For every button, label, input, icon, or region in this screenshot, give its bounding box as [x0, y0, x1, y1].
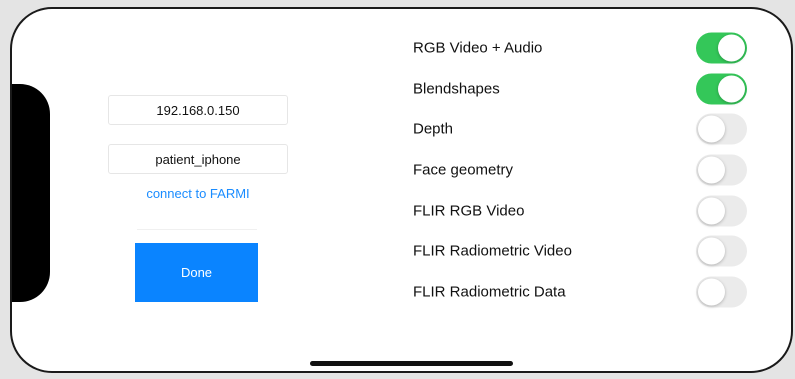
setting-label: FLIR Radiometric Data	[413, 283, 566, 301]
depth-toggle[interactable]	[696, 113, 747, 145]
face-geometry-toggle[interactable]	[696, 154, 747, 186]
toggle-knob	[698, 278, 725, 306]
toggle-knob	[698, 115, 725, 143]
done-button-label: Done	[180, 265, 213, 280]
blendshapes-toggle[interactable]	[696, 73, 747, 105]
setting-label: Face geometry	[413, 161, 514, 179]
setting-label: FLIR RGB Video	[413, 202, 525, 220]
divider	[137, 229, 257, 230]
device-name-value: patient_iphone	[155, 151, 241, 167]
setting-row-rgb-video-audio: RGB Video + Audio	[413, 29, 753, 67]
toggle-knob	[718, 34, 745, 62]
ip-address-field[interactable]: 192.168.0.150	[108, 95, 288, 125]
done-button[interactable]: Done	[135, 243, 258, 302]
rgb-video-audio-toggle[interactable]	[696, 32, 747, 64]
device-name-field[interactable]: patient_iphone	[108, 144, 288, 174]
setting-label: Blendshapes	[413, 80, 500, 98]
setting-row-blendshapes: Blendshapes	[413, 70, 753, 108]
setting-label: FLIR Radiometric Video	[413, 242, 572, 260]
setting-row-depth: Depth	[413, 110, 753, 148]
phone-notch	[12, 84, 50, 302]
setting-label: Depth	[413, 120, 454, 138]
toggle-knob	[698, 237, 725, 265]
setting-row-flir-rgb-video: FLIR RGB Video	[413, 192, 753, 230]
flir-rgb-video-toggle[interactable]	[696, 195, 747, 227]
phone-frame: 192.168.0.150 patient_iphone connect to …	[10, 7, 793, 373]
toggle-knob	[698, 156, 725, 184]
ip-address-value: 192.168.0.150	[156, 102, 240, 118]
setting-row-face-geometry: Face geometry	[413, 151, 753, 189]
flir-radiometric-data-toggle[interactable]	[696, 276, 747, 308]
setting-label: RGB Video + Audio	[413, 39, 543, 57]
home-indicator[interactable]	[310, 361, 513, 366]
toggle-knob	[718, 75, 745, 103]
connect-link[interactable]: connect to FARMI	[108, 186, 288, 201]
toggle-knob	[698, 197, 725, 225]
setting-row-flir-radiometric-data: FLIR Radiometric Data	[413, 273, 753, 311]
flir-radiometric-video-toggle[interactable]	[696, 235, 747, 267]
setting-row-flir-radiometric-video: FLIR Radiometric Video	[413, 232, 753, 270]
